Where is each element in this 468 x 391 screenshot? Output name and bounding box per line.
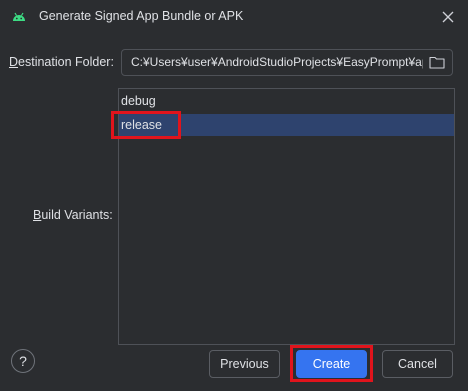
variant-item-debug[interactable]: debug (119, 90, 454, 112)
help-button[interactable]: ? (11, 349, 35, 373)
create-button[interactable]: Create (296, 350, 367, 378)
destination-folder-value[interactable]: C:¥Users¥user¥AndroidStudioProjects¥Easy… (131, 55, 423, 69)
dialog-title: Generate Signed App Bundle or APK (39, 9, 244, 23)
variant-item-release[interactable]: release (119, 114, 454, 136)
destination-folder-field[interactable]: C:¥Users¥user¥AndroidStudioProjects¥Easy… (121, 49, 453, 76)
cancel-button[interactable]: Cancel (382, 350, 453, 378)
title-bar: Generate Signed App Bundle or APK (0, 0, 468, 34)
destination-folder-label: Destination Folder: (9, 55, 114, 69)
build-variants-label: Build Variants: (33, 208, 113, 222)
previous-button[interactable]: Previous (209, 350, 280, 378)
build-variants-list[interactable]: debug release (118, 88, 455, 345)
dialog-window: Generate Signed App Bundle or APK Destin… (0, 0, 468, 391)
close-icon (442, 11, 454, 23)
close-button[interactable] (437, 6, 459, 28)
help-icon: ? (19, 353, 27, 369)
folder-icon[interactable] (429, 55, 445, 69)
android-icon (12, 10, 26, 22)
